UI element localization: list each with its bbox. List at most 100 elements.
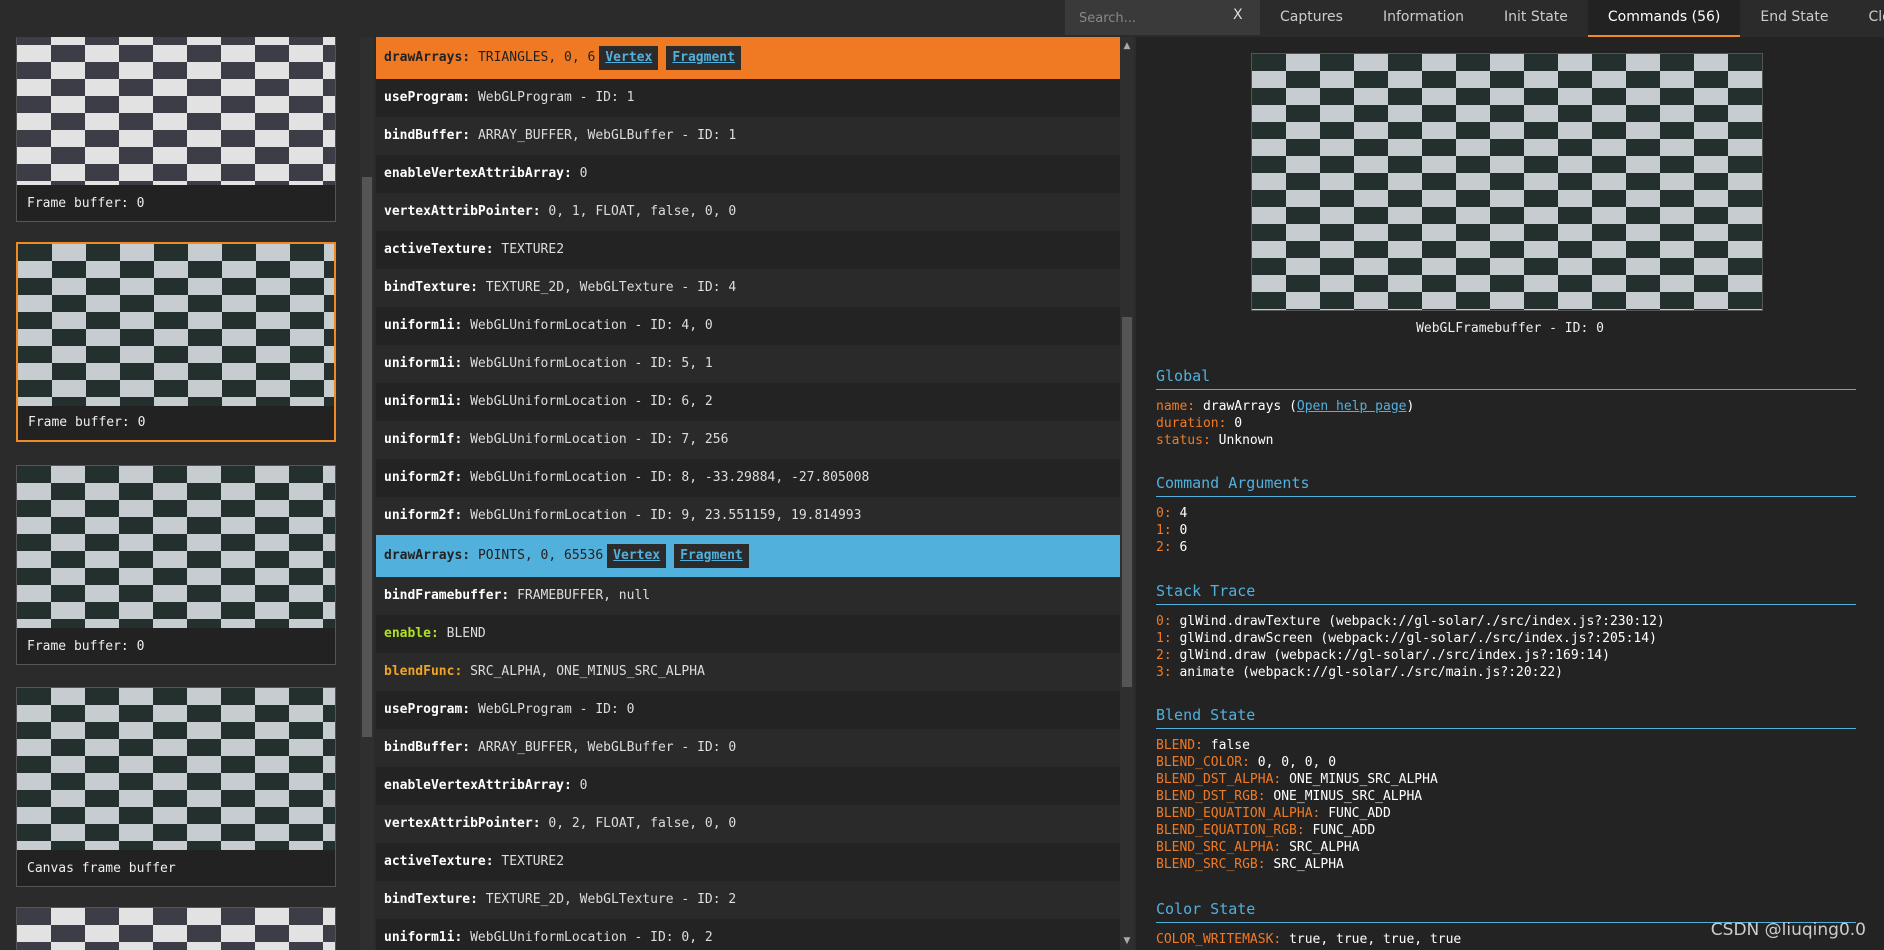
framebuffer-thumbnail[interactable]: Frame buffer: 0	[16, 465, 336, 665]
separator: :	[454, 930, 471, 945]
separator: :	[462, 702, 478, 717]
scrollbar-thumb[interactable]	[1122, 317, 1132, 687]
command-row[interactable]: bindBuffer: ARRAY_BUFFER, WebGLBuffer - …	[376, 729, 1120, 767]
command-row[interactable]: bindBuffer: ARRAY_BUFFER, WebGLBuffer - …	[376, 117, 1120, 155]
command-args: TRIANGLES, 0, 6	[477, 50, 596, 65]
scroll-up-icon[interactable]: ▲	[1122, 41, 1132, 51]
separator: :	[462, 548, 478, 563]
command-details-panel: WebGLFramebuffer - ID: 0 Global name: dr…	[1136, 37, 1884, 950]
key: BLEND_COLOR:	[1156, 755, 1250, 770]
open-help-page-link[interactable]: Open help page	[1297, 399, 1407, 414]
command-name: useProgram	[384, 702, 463, 717]
separator: :	[462, 90, 478, 105]
tab-close[interactable]: Close	[1848, 0, 1884, 35]
fragment-shader-button[interactable]: Fragment	[666, 46, 741, 70]
kv-list: BLEND: false BLEND_COLOR: 0, 0, 0, 0 BLEND…	[1156, 737, 1856, 873]
command-row[interactable]: blendFunc: SRC_ALPHA, ONE_MINUS_SRC_ALPH…	[376, 653, 1120, 691]
command-row[interactable]: activeTexture: TEXTURE2	[376, 843, 1120, 881]
separator: :	[532, 204, 549, 219]
command-row[interactable]: uniform1i: WebGLUniformLocation - ID: 6,…	[376, 383, 1120, 421]
command-row[interactable]: activeTexture: TEXTURE2	[376, 231, 1120, 269]
value: SRC_ALPHA	[1273, 857, 1344, 872]
key: BLEND_EQUATION_RGB:	[1156, 823, 1305, 838]
command-row[interactable]: uniform1i: WebGLUniformLocation - ID: 5,…	[376, 345, 1120, 383]
tab-commands[interactable]: Commands (56)	[1587, 0, 1741, 37]
command-row[interactable]: bindTexture: TEXTURE_2D, WebGLTexture - …	[376, 881, 1120, 919]
command-name: drawArrays	[384, 50, 463, 65]
command-row[interactable]: uniform1i: WebGLUniformLocation - ID: 4,…	[376, 307, 1120, 345]
command-row[interactable]: uniform1f: WebGLUniformLocation - ID: 7,…	[376, 421, 1120, 459]
command-args: 0	[579, 778, 588, 793]
key: 2:	[1156, 540, 1172, 555]
command-row[interactable]: useProgram: WebGLProgram - ID: 1	[376, 79, 1120, 117]
command-args: SRC_ALPHA, ONE_MINUS_SRC_ALPHA	[470, 664, 705, 679]
separator: :	[454, 394, 471, 409]
tab-end-state[interactable]: End State	[1740, 0, 1848, 35]
key: BLEND:	[1156, 738, 1203, 753]
command-row[interactable]: bindTexture: TEXTURE_2D, WebGLTexture - …	[376, 269, 1120, 307]
thumbnail-scrollbar[interactable]	[360, 37, 374, 950]
section-title: Command Arguments	[1156, 474, 1856, 497]
kv-row: BLEND_EQUATION_RGB: FUNC_ADD	[1156, 822, 1856, 839]
separator: :	[454, 356, 471, 371]
scroll-down-icon[interactable]: ▼	[1122, 936, 1132, 946]
command-row[interactable]: drawArrays: POINTS, 0, 65536 Vertex Fragme…	[376, 535, 1120, 577]
search-box: X	[1065, 0, 1260, 35]
value: true, true, true, true	[1289, 932, 1462, 947]
value: FUNC_ADD	[1312, 823, 1376, 838]
fragment-shader-button[interactable]: Fragment	[674, 544, 749, 568]
key: BLEND_SRC_ALPHA:	[1156, 840, 1282, 855]
vertex-shader-button[interactable]: Vertex	[607, 544, 667, 568]
framebuffer-thumbnail-list: Frame buffer: 0 Frame buffer: 0 Frame bu…	[0, 37, 358, 950]
command-row[interactable]: drawArrays: TRIANGLES, 0, 6 Vertex Fragmen…	[376, 37, 1120, 79]
scrollbar-thumb[interactable]	[362, 177, 372, 737]
command-row[interactable]: bindFramebuffer: FRAMEBUFFER, null	[376, 577, 1120, 615]
framebuffer-thumbnail[interactable]: Canvas frame buffer	[16, 687, 336, 887]
vertex-shader-button[interactable]: Vertex	[599, 46, 659, 70]
framebuffer-thumbnail[interactable]: Frame buffer: 0	[16, 37, 336, 222]
command-args: ARRAY_BUFFER, WebGLBuffer - ID: 0	[477, 740, 737, 755]
separator: :	[454, 318, 471, 333]
value: ONE_MINUS_SRC_ALPHA	[1273, 789, 1423, 804]
tab-captures[interactable]: Captures	[1260, 0, 1363, 35]
framebuffer-thumbnail[interactable]	[16, 907, 336, 950]
command-args: WebGLUniformLocation - ID: 8, -33.29884,…	[470, 470, 870, 485]
global-section: Global name: drawArrays (Open help page)…	[1156, 367, 1856, 449]
search-input[interactable]	[1077, 7, 1231, 29]
command-row[interactable]: uniform2f: WebGLUniformLocation - ID: 9,…	[376, 497, 1120, 535]
separator: :	[454, 432, 471, 447]
separator: :	[430, 626, 447, 641]
command-row[interactable]: vertexAttribPointer: 0, 2, FLOAT, false,…	[376, 805, 1120, 843]
command-name: uniform1i	[384, 930, 455, 945]
command-args: TEXTURE2	[501, 242, 565, 257]
separator: :	[470, 892, 486, 907]
value: FUNC_ADD	[1328, 806, 1391, 821]
key: BLEND_EQUATION_ALPHA:	[1156, 806, 1321, 821]
tab-init-state[interactable]: Init State	[1484, 0, 1588, 35]
command-row[interactable]: useProgram: WebGLProgram - ID: 0	[376, 691, 1120, 729]
command-row[interactable]: enable: BLEND	[376, 615, 1120, 653]
command-row[interactable]: uniform2f: WebGLUniformLocation - ID: 8,…	[376, 459, 1120, 497]
value: 0	[1179, 523, 1188, 538]
command-row[interactable]: enableVertexAttribArray: 0	[376, 155, 1120, 193]
kv-row: BLEND_COLOR: 0, 0, 0, 0	[1156, 754, 1856, 771]
clear-search-button[interactable]: X	[1233, 7, 1243, 23]
kv-row: BLEND_DST_RGB: ONE_MINUS_SRC_ALPHA	[1156, 788, 1856, 805]
separator: :	[501, 588, 518, 603]
separator: :	[454, 664, 471, 679]
command-name: enable	[384, 626, 431, 641]
command-name: activeTexture	[384, 854, 486, 869]
tab-information[interactable]: Information	[1363, 0, 1484, 35]
command-name: uniform2f	[384, 470, 455, 485]
command-row[interactable]: vertexAttribPointer: 0, 1, FLOAT, false,…	[376, 193, 1120, 231]
key: 0:	[1156, 614, 1172, 629]
command-row[interactable]: uniform1i: WebGLUniformLocation - ID: 0,…	[376, 919, 1120, 950]
command-row[interactable]: enableVertexAttribArray: 0	[376, 767, 1120, 805]
value: Unknown	[1218, 433, 1274, 448]
kv-row: BLEND_SRC_RGB: SRC_ALPHA	[1156, 856, 1856, 873]
framebuffer-thumbnail-selected[interactable]: Frame buffer: 0	[16, 242, 336, 442]
command-list-scrollbar[interactable]: ▲ ▼	[1120, 37, 1134, 950]
command-name: vertexAttribPointer	[384, 816, 533, 831]
thumbnail-caption: Frame buffer: 0	[28, 415, 146, 430]
key: 1:	[1156, 523, 1172, 538]
